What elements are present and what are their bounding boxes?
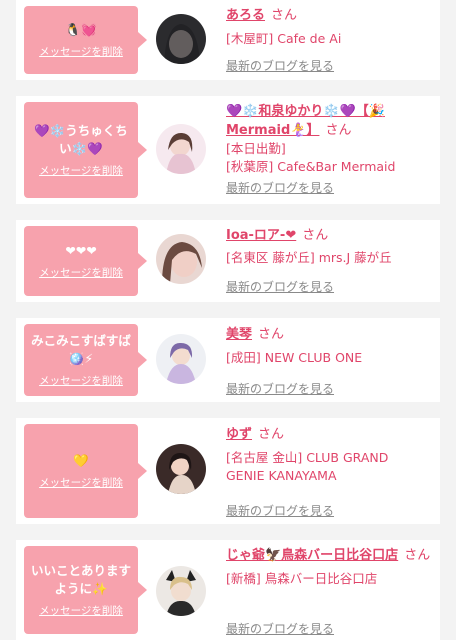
avatar[interactable] [156,14,206,64]
favorite-card: ❤❤❤ メッセージを削除 Ioa-ロア-❤ さん [名東区 藤が丘] mrs.J … [16,220,440,302]
cast-info: ゆず さん [名古屋 金山] CLUB GRAND GENIE KANAYAMA [226,425,438,485]
delete-message-link[interactable]: メッセージを削除 [39,603,123,618]
shop-text: [成田] NEW CLUB ONE [226,350,363,365]
latest-blog-link[interactable]: 最新のブログを見る [226,502,334,519]
delete-message-link[interactable]: メッセージを削除 [39,265,123,280]
message-bubble: 💜❄️うちゅくち い❄️💜 メッセージを削除 [24,102,147,198]
cast-name-link[interactable]: あろる [226,8,265,23]
cast-info: 美琴 さん [成田] NEW CLUB ONE [226,325,438,367]
cast-info: じゃ爺🦅鳥森バー日比谷口店 さん [新橋] 鳥森バー日比谷口店 [226,546,438,588]
message-text: ❤❤❤ [65,243,97,258]
honorific: さん [325,123,352,138]
shop-text: [名東区 藤が丘] mrs.J 藤が丘 [226,250,392,265]
shop-text: [本日出勤] [秋葉原] Cafe&Bar Mermaid [226,141,396,174]
honorific: さん [404,548,431,563]
honorific: さん [258,327,285,342]
shop-text: [名古屋 金山] CLUB GRAND GENIE KANAYAMA [226,450,389,483]
cast-info: あろる さん [木屋町] Cafe de Ai [226,6,438,48]
delete-message-link[interactable]: メッセージを削除 [39,163,123,178]
cast-name-link[interactable]: ゆず [226,427,252,442]
honorific: さん [302,228,329,243]
latest-blog-link[interactable]: 最新のブログを見る [226,278,334,295]
honorific: さん [271,8,298,23]
message-text: 🐧💓 [65,22,97,37]
shop-text: [木屋町] Cafe de Ai [226,31,342,46]
latest-blog-link[interactable]: 最新のブログを見る [226,620,334,637]
message-bubble: ❤❤❤ メッセージを削除 [24,226,147,296]
avatar[interactable] [156,124,206,174]
avatar[interactable] [156,566,206,616]
cast-name-link[interactable]: Ioa-ロア-❤ [226,228,296,243]
favorite-card: 💜❄️うちゅくち い❄️💜 メッセージを削除 💜❄️和泉ゆかり❄️💜【🎉 Mer… [16,96,440,204]
favorite-card: 🐧💓 メッセージを削除 あろる さん [木屋町] Cafe de Ai 最新のブロ… [16,0,440,80]
message-bubble: 🐧💓 メッセージを削除 [24,6,147,74]
favorite-card: 💛 メッセージを削除 ゆず さん [名古屋 金山] CLUB GRAND GENI… [16,418,440,524]
message-text: 💜❄️うちゅくち い❄️💜 [34,123,128,156]
cast-info: Ioa-ロア-❤ さん [名東区 藤が丘] mrs.J 藤が丘 [226,226,438,267]
latest-blog-link[interactable]: 最新のブログを見る [226,179,334,196]
shop-text: [新橋] 鳥森バー日比谷口店 [226,571,378,586]
favorite-card: みこみこすばすば 🪩⚡ メッセージを削除 美琴 さん [成田] NEW CLUB … [16,318,440,402]
avatar[interactable] [156,334,206,384]
message-bubble: 💛 メッセージを削除 [24,424,147,518]
message-bubble: みこみこすばすば 🪩⚡ メッセージを削除 [24,324,147,396]
cast-info: 💜❄️和泉ゆかり❄️💜【🎉 Mermaid🧜‍♀️】 さん [本日出勤] [秋葉原… [226,102,438,176]
latest-blog-link[interactable]: 最新のブログを見る [226,57,334,74]
cast-name-link[interactable]: 💜❄️和泉ゆかり❄️💜【🎉 Mermaid🧜‍♀️】 [226,104,385,138]
delete-message-link[interactable]: メッセージを削除 [39,44,123,59]
honorific: さん [258,427,285,442]
message-text: 💛 [73,453,89,468]
cast-name-link[interactable]: じゃ爺🦅鳥森バー日比谷口店 [226,548,398,563]
delete-message-link[interactable]: メッセージを削除 [39,475,123,490]
message-bubble: いいことあります ように✨ メッセージを削除 [24,546,147,634]
favorite-card: いいことあります ように✨ メッセージを削除 じゃ爺🦅鳥森バー日比谷口店 さん [… [16,540,440,640]
message-text: みこみこすばすば 🪩⚡ [31,333,131,366]
avatar[interactable] [156,444,206,494]
delete-message-link[interactable]: メッセージを削除 [39,373,123,388]
avatar[interactable] [156,234,206,284]
message-text: いいことあります ように✨ [30,563,131,596]
cast-name-link[interactable]: 美琴 [226,327,252,342]
latest-blog-link[interactable]: 最新のブログを見る [226,380,334,397]
